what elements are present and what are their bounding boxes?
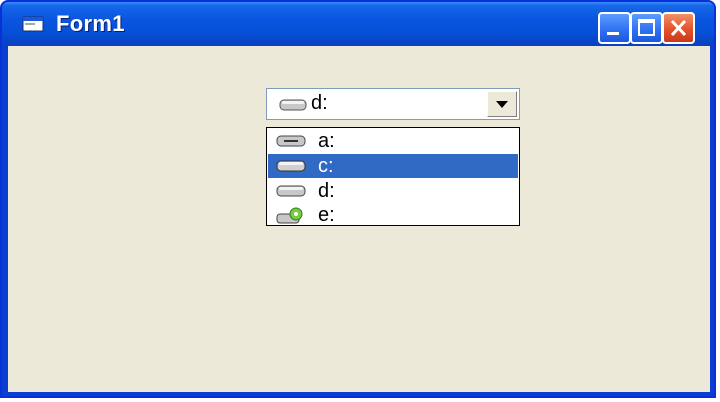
item-label: a: xyxy=(318,130,335,152)
minimize-button[interactable] xyxy=(598,12,631,44)
window-title: Form1 xyxy=(56,11,125,36)
maximize-icon xyxy=(638,19,655,36)
hard-drive-icon xyxy=(276,160,306,172)
form-icon xyxy=(22,16,44,32)
close-button[interactable] xyxy=(662,12,695,44)
minimize-icon xyxy=(607,32,619,35)
close-icon xyxy=(670,19,687,37)
list-item-a[interactable]: a: xyxy=(268,129,518,153)
item-label: d: xyxy=(318,180,335,202)
dropdown-button[interactable] xyxy=(487,91,517,117)
drive-dropdown-list: a: c: d: e: xyxy=(266,127,520,226)
item-label: e: xyxy=(318,204,335,226)
combo-value: d: xyxy=(311,92,328,114)
item-label: c: xyxy=(318,155,334,177)
list-item-e[interactable]: e: xyxy=(268,203,518,227)
list-item-d[interactable]: d: xyxy=(268,179,518,203)
chevron-down-icon xyxy=(496,101,508,108)
title-bar[interactable]: Form1 xyxy=(2,2,714,46)
list-item-c[interactable]: c: xyxy=(268,154,518,178)
floppy-drive-icon xyxy=(276,135,306,147)
maximize-button[interactable] xyxy=(630,12,663,44)
drive-icon xyxy=(279,99,307,111)
drive-combo-box[interactable]: d: xyxy=(266,88,520,120)
cd-drive-icon xyxy=(276,207,303,224)
hard-drive-icon xyxy=(276,185,306,197)
